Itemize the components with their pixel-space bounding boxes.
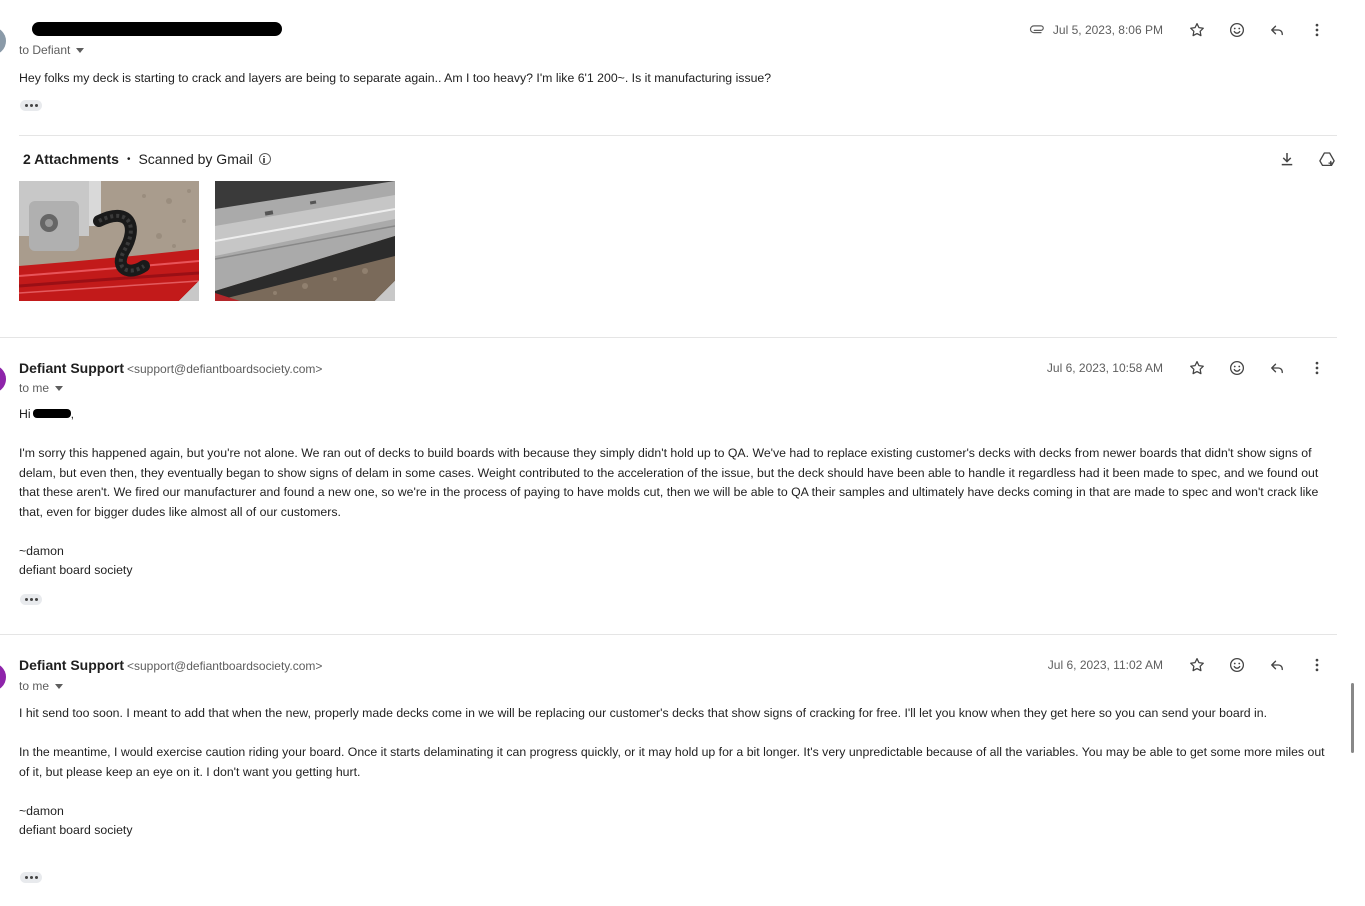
chevron-down-icon[interactable] <box>76 47 85 53</box>
separator-dot: • <box>126 153 131 165</box>
paperclip-icon <box>1029 21 1047 39</box>
greeting: Hi, <box>19 405 1331 425</box>
reply-icon[interactable] <box>1257 20 1297 40</box>
attachment-image-2 <box>215 181 395 301</box>
body-paragraph: I hit send too soon. I meant to add that… <box>19 706 1268 720</box>
attachment-image-1 <box>19 181 199 301</box>
signature-line: defiant board society <box>19 563 133 577</box>
star-icon[interactable] <box>1177 358 1217 378</box>
redacted-sender <box>32 22 282 36</box>
star-icon[interactable] <box>1177 20 1217 40</box>
emoji-icon[interactable] <box>1217 20 1257 40</box>
sender-email: <support@defiantboardsociety.com> <box>127 362 323 376</box>
show-trimmed-content-button[interactable] <box>20 594 42 605</box>
sender-avatar[interactable] <box>0 663 6 691</box>
recipient-line[interactable]: to me <box>19 381 64 395</box>
sender-row: Defiant Support <support@defiantboardsoc… <box>19 657 322 673</box>
attachments-count: 2 Attachments <box>23 151 119 167</box>
download-icon[interactable] <box>1277 149 1297 169</box>
reply-icon[interactable] <box>1257 655 1297 675</box>
attachments-divider <box>19 135 1337 136</box>
message-body: Hey folks my deck is starting to crack a… <box>19 69 1331 89</box>
scanned-label: Scanned by Gmail <box>138 151 253 167</box>
thumbnail-corner-shade <box>179 281 199 301</box>
body-paragraph: In the meantime, I would exercise cautio… <box>19 745 1325 779</box>
reply-icon[interactable] <box>1257 358 1297 378</box>
attachment-thumbnail-2[interactable] <box>215 181 395 301</box>
signature-line: defiant board society <box>19 823 133 837</box>
chevron-down-icon[interactable] <box>55 683 64 689</box>
greeting-text: Hi <box>19 407 31 421</box>
signature-line: ~damon <box>19 803 64 818</box>
message-meta: Jul 6, 2023, 10:58 AM <box>1047 358 1337 378</box>
chevron-down-icon[interactable] <box>55 385 64 391</box>
emoji-icon[interactable] <box>1217 655 1257 675</box>
body-paragraph: I'm sorry this happened again, but you'r… <box>19 446 1319 519</box>
body-paragraph: Hey folks my deck is starting to crack a… <box>19 71 772 85</box>
recipient-text: to Defiant <box>19 43 71 57</box>
add-to-drive-icon[interactable] <box>1317 149 1337 169</box>
more-vert-icon[interactable] <box>1297 358 1337 378</box>
redacted-name <box>32 409 71 418</box>
message-body: Hi, I'm sorry this happened again, but y… <box>19 405 1331 581</box>
signature-line: ~damon <box>19 543 64 558</box>
sender-avatar[interactable] <box>0 27 6 55</box>
attachment-thumbnail-1[interactable] <box>19 181 199 301</box>
sender-row: Defiant Support <support@defiantboardsoc… <box>19 360 322 376</box>
emoji-icon[interactable] <box>1217 358 1257 378</box>
message-divider <box>0 337 1337 338</box>
message-body: I hit send too soon. I meant to add that… <box>19 704 1331 841</box>
show-trimmed-content-button[interactable] <box>20 872 42 883</box>
sender-email: <support@defiantboardsociety.com> <box>127 659 323 673</box>
message-date: Jul 6, 2023, 11:02 AM <box>1047 658 1163 672</box>
message-date: Jul 6, 2023, 10:58 AM <box>1046 361 1163 375</box>
message-meta: Jul 6, 2023, 11:02 AM <box>1048 655 1337 675</box>
recipient-text: to me <box>19 679 50 693</box>
sender-avatar[interactable] <box>0 365 6 393</box>
scrollbar-thumb[interactable] <box>1351 683 1354 753</box>
more-vert-icon[interactable] <box>1297 655 1337 675</box>
star-icon[interactable] <box>1177 655 1217 675</box>
attachments-header: 2 Attachments • Scanned by Gmail <box>23 151 271 167</box>
message-date: Jul 5, 2023, 8:06 PM <box>1052 23 1163 37</box>
show-trimmed-content-button[interactable] <box>20 100 42 111</box>
info-icon[interactable] <box>258 153 271 165</box>
more-vert-icon[interactable] <box>1297 20 1337 40</box>
thumbnail-corner-shade <box>375 281 395 301</box>
message-meta: Jul 5, 2023, 8:06 PM <box>1029 20 1337 40</box>
recipient-line[interactable]: to Defiant <box>19 43 85 57</box>
sender-name[interactable]: Defiant Support <box>19 360 124 376</box>
message-divider <box>0 634 1337 635</box>
sender-name[interactable]: Defiant Support <box>19 657 124 673</box>
attachments-actions <box>1277 149 1337 169</box>
greeting-suffix: , <box>70 407 75 421</box>
recipient-line[interactable]: to me <box>19 679 64 693</box>
recipient-text: to me <box>19 381 50 395</box>
